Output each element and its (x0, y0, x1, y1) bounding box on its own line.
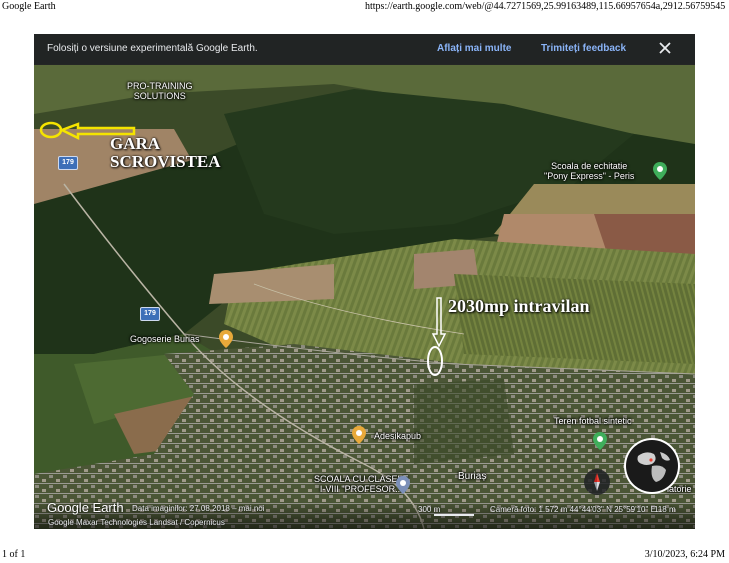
print-url: https://earth.google.com/web/@44.7271569… (365, 1, 725, 12)
banner-text: Folosiți o versiune experimentală Google… (47, 43, 258, 54)
close-icon[interactable] (657, 40, 673, 56)
gara-line1: GARA (110, 134, 161, 153)
gara-line2: SCROVISTEA (110, 152, 221, 171)
map-pin-school-icon[interactable] (396, 476, 410, 494)
google-earth-logo: Google Earth (47, 500, 124, 515)
scoala-line1: SCOALA CU CLASELE (314, 474, 409, 484)
learn-more-link[interactable]: Aflați mai multe (437, 43, 511, 54)
scoala-label[interactable]: SCOALA CU CLASELE I-VIII "PROFESOR... (314, 474, 409, 494)
scale-label[interactable]: 300 m (418, 505, 440, 514)
map-pin-pub-icon[interactable] (352, 426, 366, 444)
print-title: Google Earth (2, 1, 56, 12)
scoala-line2: I-VIII "PROFESOR... (319, 484, 403, 494)
burias-label[interactable]: Buriaș (458, 472, 486, 482)
image-date[interactable]: Data imaginilor: 27.08.2018 – mai noi (132, 504, 265, 513)
send-feedback-link[interactable]: Trimiteți feedback (541, 43, 626, 54)
pro-training-line1: PRO-TRAINING (127, 81, 193, 91)
road-badge-179-north[interactable]: 179 (58, 156, 78, 170)
altitude-info: 118 m (654, 505, 676, 514)
gogoserie-label[interactable]: Gogoserie Burias (130, 334, 200, 344)
scoala-echitatie-line1: Scoala de echitatie (551, 161, 628, 171)
print-page-number: 1 of 1 (2, 549, 26, 560)
road-badge-179-south[interactable]: 179 (140, 307, 160, 321)
map-pin-sport-icon[interactable] (593, 432, 607, 450)
map-pin-food-icon[interactable] (219, 330, 233, 348)
adesikapub-label[interactable]: Adesikapub (374, 431, 421, 441)
map-pin-green-icon[interactable] (653, 162, 667, 180)
earth-viewport[interactable]: Folosiți o versiune experimentală Google… (34, 34, 695, 529)
globe-button[interactable] (624, 438, 680, 494)
compass-icon (594, 473, 600, 491)
teren-fotbal-label[interactable]: Teren fotbal sintetic (554, 416, 632, 426)
pro-training-label[interactable]: PRO-TRAINING SOLUTIONS (127, 81, 193, 101)
scale-bar (434, 514, 474, 516)
plot-annotation: 2030mp intravilan (448, 296, 590, 316)
experimental-version-banner: Folosiți o versiune experimentală Google… (34, 34, 695, 65)
attribution[interactable]: Google Maxar Technologies Landsat / Cope… (48, 518, 225, 527)
scoala-echitatie-line2: "Pony Express" - Peris (544, 171, 635, 181)
compass-button[interactable] (584, 469, 610, 495)
camera-info: Cameră foto: 1.572 m 44°44'03" N 25°59'1… (490, 505, 656, 514)
gara-annotation: GARA SCROVISTEA (110, 135, 221, 171)
scoala-echitatie-label[interactable]: Scoala de echitatie "Pony Express" - Per… (544, 161, 634, 181)
globe-icon (626, 440, 678, 492)
satellite-imagery[interactable] (34, 34, 695, 529)
print-datetime: 3/10/2023, 6:24 PM (644, 549, 725, 560)
pro-training-line2: SOLUTIONS (133, 91, 186, 101)
